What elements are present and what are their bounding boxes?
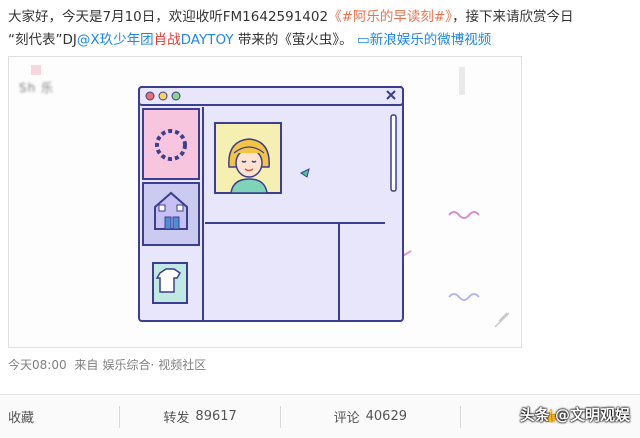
- mention-name: @X玖少年团: [76, 32, 154, 48]
- scrollbar: [390, 114, 397, 192]
- video-source-link[interactable]: ▭新浪娱乐的微博视频: [357, 32, 491, 48]
- post-intro: 大家好，今天是7月10日，欢迎收听FM1642591402: [8, 9, 329, 25]
- deco-square: [31, 65, 41, 75]
- window-max-dot: [171, 91, 181, 101]
- post-intro-tail: ，接下来请欣赏今日: [451, 9, 574, 25]
- video-source-label: 新浪娱乐的微博视频: [369, 32, 492, 48]
- deco-wave-1: [448, 211, 480, 219]
- repost-button[interactable]: 转发 89617: [120, 395, 279, 438]
- tile-necklace: [142, 108, 200, 180]
- video-icon: ▭: [356, 32, 370, 48]
- post-time: 今天08:00: [8, 358, 67, 372]
- post-line-2: “刻代表”DJ@X玖少年团肖战DAYTOY 带来的《萤火虫》。 ▭新浪娱乐的微博…: [8, 29, 632, 52]
- comment-label: 评论: [333, 411, 360, 426]
- face: [235, 148, 263, 178]
- video-player[interactable]: Sh 乐: [8, 56, 522, 348]
- post-text: 大家好，今天是7月10日，欢迎收听FM1642591402《#阿乐的早读刻#》，…: [8, 6, 632, 52]
- comment-count: 40629: [365, 409, 407, 424]
- source-link[interactable]: 娱乐综合: [102, 358, 150, 372]
- mention-tail: DAYTOY: [180, 32, 234, 48]
- post-meta: 今天08:00 来自 娱乐综合· 视频社区: [8, 356, 206, 373]
- favorite-label: 收藏: [8, 411, 35, 426]
- comment-button[interactable]: 评论 40629: [281, 395, 460, 438]
- topic-link[interactable]: 《#阿乐的早读刻#》: [328, 9, 452, 25]
- meta-dot: ·: [150, 358, 155, 372]
- post-song: 带来的《萤火虫》。: [233, 32, 357, 48]
- post-dj-label: “刻代表”DJ: [8, 32, 77, 48]
- deco-bar: [459, 67, 465, 95]
- mention-highlight: 肖战: [153, 32, 181, 48]
- mention-link[interactable]: @X玖少年团肖战DAYTOY: [77, 32, 234, 48]
- from-label: 来自: [74, 358, 99, 372]
- post-line-1: 大家好，今天是7月10日，欢迎收听FM1642591402《#阿乐的早读刻#》，…: [8, 6, 632, 29]
- community-link[interactable]: 视频社区: [158, 358, 206, 372]
- favorite-button[interactable]: 收藏: [0, 395, 119, 438]
- resize-handle: [494, 312, 510, 328]
- watermark: 头条 @文明观娱: [519, 406, 630, 424]
- repost-label: 转发: [163, 411, 190, 426]
- illustration: [31, 65, 510, 328]
- repost-count: 89617: [195, 409, 237, 424]
- deco-wave-3: [448, 293, 480, 301]
- window-close-dot: [145, 91, 155, 101]
- window-min-dot: [158, 91, 168, 101]
